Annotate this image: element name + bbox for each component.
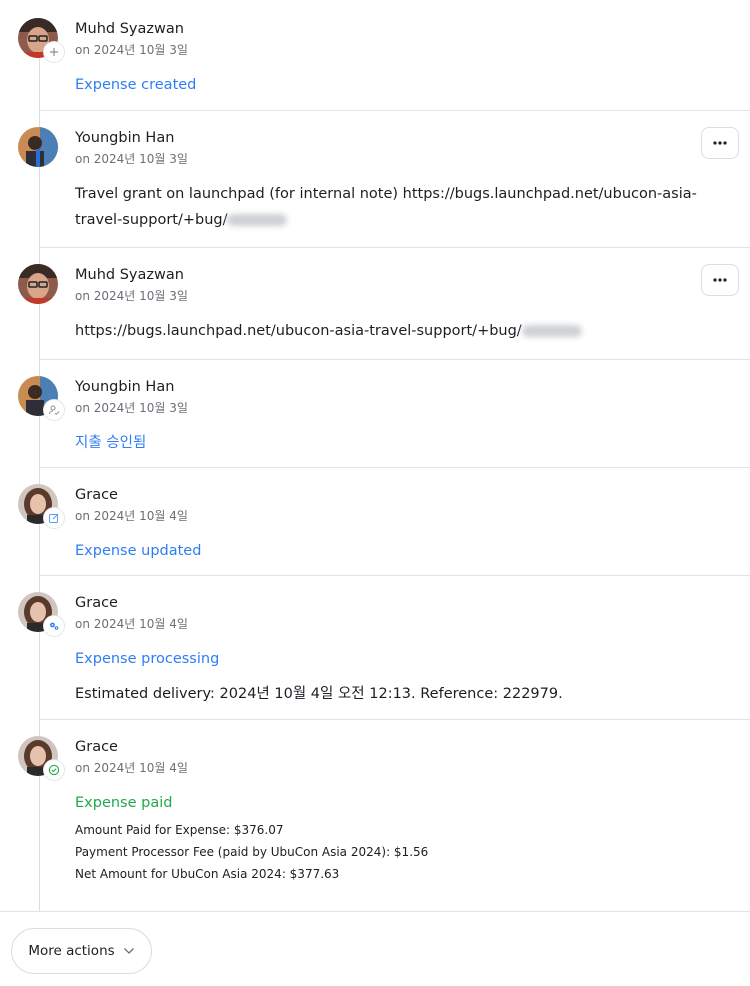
check-circle-icon	[44, 760, 64, 780]
timeline-entry: Grace on 2024년 10월 4일 Expense paid Amoun…	[0, 720, 750, 912]
ellipsis-icon	[713, 141, 727, 145]
activity-label: Expense updated	[75, 543, 202, 559]
author-name[interactable]: Muhd Syazwan	[75, 266, 184, 284]
more-actions-label: More actions	[28, 943, 115, 959]
more-options-button[interactable]	[701, 127, 739, 159]
activity-label: Expense processing	[75, 651, 220, 667]
author-name[interactable]: Grace	[75, 594, 118, 612]
author-name[interactable]: Muhd Syazwan	[75, 20, 184, 38]
comment-text: https://bugs.launchpad.net/ubucon-asia-t…	[75, 318, 715, 344]
delivery-info: Estimated delivery: 2024년 10월 4일 오전 12:1…	[75, 686, 563, 702]
entry-date: on 2024년 10월 3일	[75, 289, 188, 303]
comment-body[interactable]: https://bugs.launchpad.net/ubucon-asia-t…	[75, 323, 522, 339]
entry-date: on 2024년 10월 3일	[75, 401, 188, 415]
entry-date: on 2024년 10월 4일	[75, 509, 188, 523]
timeline-entry: Muhd Syazwan on 2024년 10월 3일 https://bug…	[0, 248, 750, 360]
avatar[interactable]	[18, 264, 58, 304]
avatar[interactable]	[18, 127, 58, 167]
processor-fee: Payment Processor Fee (paid by UbuCon As…	[75, 845, 429, 859]
author-name[interactable]: Grace	[75, 738, 118, 756]
author-name[interactable]: Youngbin Han	[75, 378, 174, 396]
entry-date: on 2024년 10월 3일	[75, 43, 188, 57]
chevron-down-icon	[123, 948, 134, 954]
more-actions-button[interactable]: More actions	[11, 928, 152, 974]
plus-icon	[44, 42, 64, 62]
ellipsis-icon	[713, 278, 727, 282]
divider	[0, 911, 750, 912]
comment-text: Travel grant on launchpad (for internal …	[75, 181, 715, 233]
timeline-entry: Grace on 2024년 10월 4일 Expense processing…	[0, 576, 750, 720]
gears-icon	[44, 616, 64, 636]
activity-label: Expense paid	[75, 795, 173, 811]
comment-body[interactable]: Travel grant on launchpad (for internal …	[75, 186, 697, 228]
timeline-entry: Muhd Syazwan on 2024년 10월 3일 Expense cre…	[0, 0, 750, 111]
activity-label: Expense created	[75, 77, 197, 93]
edit-icon	[44, 508, 64, 528]
redacted-text	[227, 214, 288, 226]
user-check-icon	[44, 400, 64, 420]
timeline-entry: Youngbin Han on 2024년 10월 3일 지출 승인됨	[0, 360, 750, 468]
entry-date: on 2024년 10월 3일	[75, 152, 188, 166]
redacted-text	[521, 325, 582, 337]
author-name[interactable]: Youngbin Han	[75, 129, 174, 147]
timeline-entry: Youngbin Han on 2024년 10월 3일 Travel gran…	[0, 111, 750, 248]
more-options-button[interactable]	[701, 264, 739, 296]
entry-date: on 2024년 10월 4일	[75, 761, 188, 775]
entry-date: on 2024년 10월 4일	[75, 617, 188, 631]
amount-paid: Amount Paid for Expense: $376.07	[75, 823, 284, 837]
activity-label: 지출 승인됨	[75, 435, 147, 451]
author-name[interactable]: Grace	[75, 486, 118, 504]
net-amount: Net Amount for UbuCon Asia 2024: $377.63	[75, 867, 340, 881]
timeline-entry: Grace on 2024년 10월 4일 Expense updated	[0, 468, 750, 576]
